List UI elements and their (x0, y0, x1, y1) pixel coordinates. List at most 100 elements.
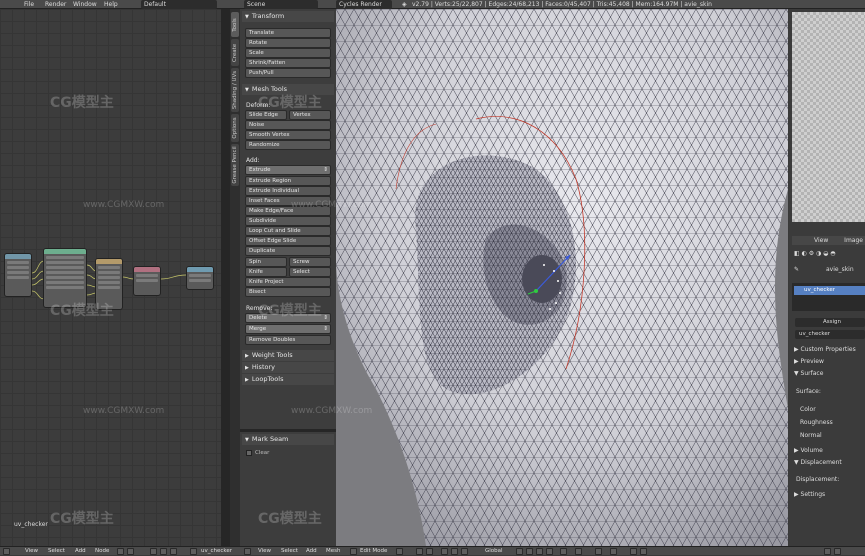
edit-mode-icon[interactable] (350, 548, 357, 555)
merge-dropdown[interactable]: Merge ⇕ (245, 324, 331, 334)
pivot-icon[interactable] (416, 548, 423, 555)
section-volume[interactable]: ▶ Volume (794, 447, 823, 454)
object-icon[interactable] (170, 548, 177, 555)
tab-tools[interactable]: Tools (231, 12, 239, 37)
knife-button[interactable]: Knife (245, 267, 287, 277)
inset-faces-button[interactable]: Inset Faces (245, 196, 331, 206)
scene-selector[interactable]: Scene (244, 0, 318, 9)
shading-mode-icon[interactable] (396, 548, 403, 555)
section-displacement[interactable]: ▼ Displacement (794, 459, 842, 466)
occlude-geometry-icon[interactable] (560, 548, 567, 555)
material-name-field[interactable]: uv_checker (795, 330, 865, 339)
assign-button[interactable]: Assign (795, 318, 865, 327)
render-animation-icon[interactable] (640, 548, 647, 555)
mark-seam-panel-header[interactable]: ▼ Mark Seam (242, 434, 334, 445)
history-panel-header[interactable]: ▶ History (242, 362, 334, 373)
extrude-individual-button[interactable]: Extrude Individual (245, 186, 331, 196)
slide-vertex-button[interactable]: Vertex (289, 110, 331, 120)
scale-manipulator-icon[interactable] (461, 548, 468, 555)
spin-button[interactable]: Spin (245, 257, 287, 267)
texture-node[interactable] (4, 253, 32, 297)
3d-viewport[interactable] (336, 9, 788, 546)
proportional-edit-icon[interactable] (575, 548, 582, 555)
material-slot-selected[interactable]: uv_checker (794, 286, 865, 295)
subdivide-button[interactable]: Subdivide (245, 216, 331, 226)
node-editor[interactable]: uv_checker (0, 9, 221, 546)
manipulator-icon[interactable] (426, 548, 433, 555)
noise-button[interactable]: Noise (245, 120, 331, 130)
scale-button[interactable]: Scale (245, 48, 331, 58)
shader-node[interactable] (133, 266, 161, 296)
transform-panel-header[interactable]: ▼ Transform (242, 11, 334, 22)
make-edge-face-button[interactable]: Make Edge/Face (245, 206, 331, 216)
shader-icon[interactable] (127, 548, 134, 555)
world-icon[interactable] (160, 548, 167, 555)
tab-options[interactable]: Options (231, 114, 239, 142)
push-pull-button[interactable]: Push/Pull (245, 68, 331, 78)
roughness-property[interactable]: Roughness (800, 419, 833, 426)
mesh-tools-panel-header[interactable]: ▼ Mesh Tools (242, 84, 334, 95)
clear-checkbox[interactable] (246, 450, 252, 456)
tab-grease-pencil[interactable]: Grease Pencil (231, 144, 239, 186)
weight-tools-panel-header[interactable]: ▶ Weight Tools (242, 350, 334, 361)
viewport-split-icon[interactable] (834, 548, 841, 555)
editor-type-icon[interactable] (3, 548, 10, 555)
menu-file[interactable]: File (24, 0, 34, 9)
menu-help[interactable]: Help (104, 0, 118, 9)
principled-bsdf-node[interactable] (43, 248, 87, 308)
material-icon[interactable] (150, 548, 157, 555)
randomize-button[interactable]: Randomize (245, 140, 331, 150)
smooth-vertex-button[interactable]: Smooth Vertex (245, 130, 331, 140)
remove-doubles-button[interactable]: Remove Doubles (245, 335, 331, 345)
rotate-manipulator-icon[interactable] (451, 548, 458, 555)
viewport-editor-type-icon[interactable] (244, 548, 251, 555)
material-browse-icon[interactable] (190, 548, 197, 555)
face-select-icon[interactable] (546, 548, 553, 555)
properties-tabs-row[interactable]: ◧ ◐ ⚙ ◑ ◒ ◓ (794, 250, 836, 257)
image-menu[interactable]: Image (844, 237, 863, 244)
remove-label: Remove: (246, 305, 273, 312)
snap-icon[interactable] (595, 548, 602, 555)
rotate-button[interactable]: Rotate (245, 38, 331, 48)
menu-window[interactable]: Window (73, 0, 97, 9)
tab-create[interactable]: Create (231, 39, 239, 66)
view-menu[interactable]: View (814, 237, 828, 244)
delete-dropdown[interactable]: Delete ⇕ (245, 313, 331, 323)
screw-button[interactable]: Screw (289, 257, 331, 267)
layout-selector[interactable]: Default (141, 0, 217, 9)
looptools-panel-header[interactable]: ▶ LoopTools (242, 374, 334, 385)
section-custom-properties[interactable]: ▶ Custom Properties (794, 346, 856, 353)
mix-shader-node[interactable] (95, 258, 123, 310)
redo-panel-divider[interactable] (240, 429, 336, 432)
area-divider[interactable] (221, 9, 230, 546)
material-output-node[interactable] (186, 266, 214, 290)
section-surface[interactable]: ▼ Surface (794, 370, 823, 377)
layers-icon[interactable] (516, 548, 523, 555)
section-preview[interactable]: ▶ Preview (794, 358, 824, 365)
shrink-fatten-button[interactable]: Shrink/Fatten (245, 58, 331, 68)
tab-shading-uvs[interactable]: Shading / UVs (231, 68, 239, 112)
translate-button[interactable]: Translate (245, 28, 331, 38)
node-tree-type-icon[interactable] (117, 548, 124, 555)
section-settings[interactable]: ▶ Settings (794, 491, 825, 498)
knife-project-button[interactable]: Knife Project (245, 277, 331, 287)
offset-edge-slide-button[interactable]: Offset Edge Slide (245, 236, 331, 246)
knife-select-button[interactable]: Select (289, 267, 331, 277)
pin-icon[interactable]: ✎ (794, 266, 799, 273)
vertex-select-icon[interactable] (526, 548, 533, 555)
edge-select-icon[interactable] (536, 548, 543, 555)
render-engine-selector[interactable]: Cycles Render (336, 0, 392, 9)
extrude-dropdown[interactable]: Extrude ⇕ (245, 165, 331, 175)
viewport-expand-icon[interactable] (824, 548, 831, 555)
render-preview-icon[interactable] (630, 548, 637, 555)
duplicate-button[interactable]: Duplicate (245, 246, 331, 256)
translate-manipulator-icon[interactable] (441, 548, 448, 555)
snap-element-icon[interactable] (610, 548, 617, 555)
slide-edge-button[interactable]: Slide Edge (245, 110, 287, 120)
color-property[interactable]: Color (800, 406, 816, 413)
bisect-button[interactable]: Bisect (245, 287, 331, 297)
loop-cut-and-slide-button[interactable]: Loop Cut and Slide (245, 226, 331, 236)
menu-render[interactable]: Render (45, 0, 66, 9)
extrude-region-button[interactable]: Extrude Region (245, 176, 331, 186)
normal-property[interactable]: Normal (800, 432, 822, 439)
